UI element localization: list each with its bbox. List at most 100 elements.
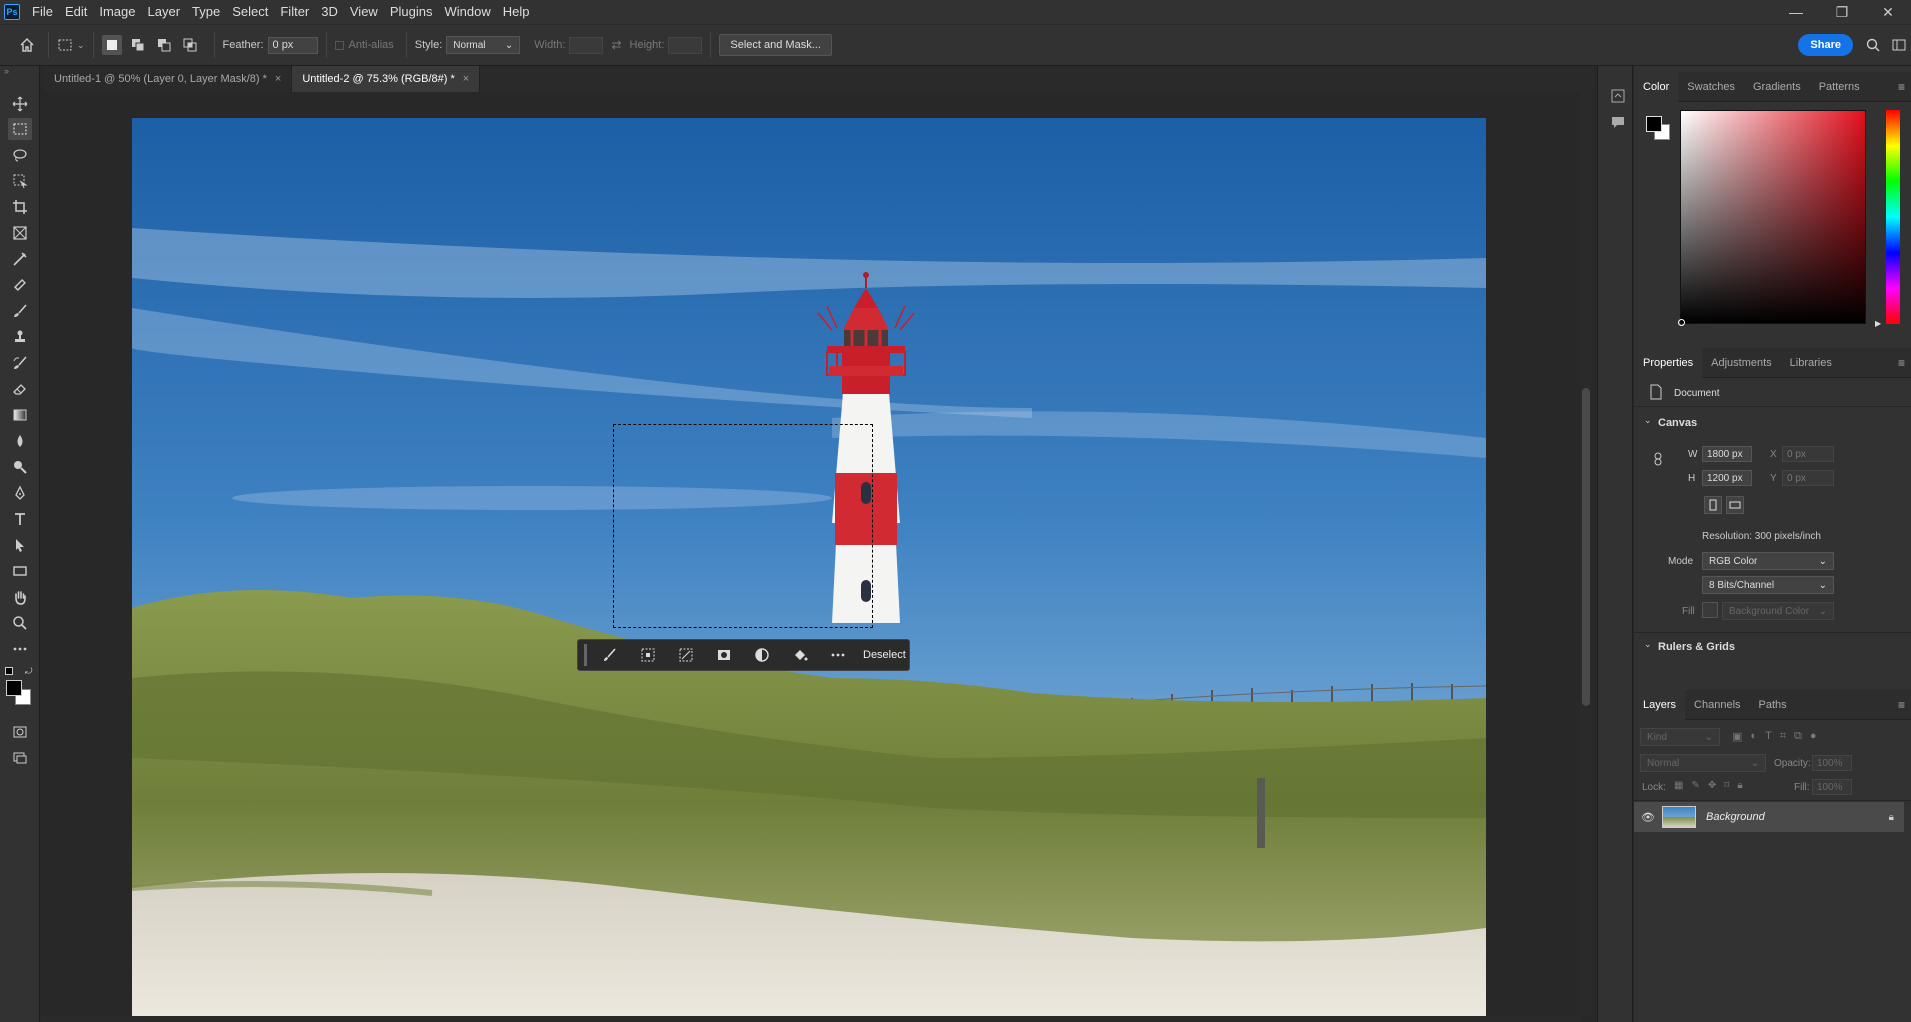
eyedropper-tool-icon[interactable] xyxy=(8,248,32,270)
layer-row-background[interactable]: 👁︎ Background 🔒︎ xyxy=(1634,802,1904,832)
selection-marquee[interactable] xyxy=(613,424,873,628)
y-input[interactable] xyxy=(1782,470,1834,486)
eraser-tool-icon[interactable] xyxy=(8,378,32,400)
close-tab-icon[interactable]: × xyxy=(463,73,469,85)
zoom-tool-icon[interactable] xyxy=(8,612,32,634)
fill-select[interactable]: Background Color ⌄ xyxy=(1722,602,1834,620)
add-selection-button[interactable] xyxy=(128,35,148,55)
panel-menu-icon[interactable]: ≡ xyxy=(1898,80,1905,94)
menu-image[interactable]: Image xyxy=(93,0,141,24)
tab-patterns[interactable]: Patterns xyxy=(1810,72,1869,102)
fill-opacity-input[interactable] xyxy=(1812,779,1852,795)
foreground-color-swatch[interactable] xyxy=(6,680,22,696)
lasso-tool-icon[interactable] xyxy=(8,144,32,166)
tab-channels[interactable]: Channels xyxy=(1685,690,1749,720)
swap-icon[interactable]: ⇄ xyxy=(611,38,621,52)
tab-adjustments[interactable]: Adjustments xyxy=(1702,348,1781,378)
blur-tool-icon[interactable] xyxy=(8,430,32,452)
adjustment-layer-button[interactable] xyxy=(743,640,781,670)
dodge-tool-icon[interactable] xyxy=(8,456,32,478)
lock-all-icon[interactable]: 🔒︎ xyxy=(1737,780,1742,791)
feather-input[interactable] xyxy=(267,36,318,54)
tab-gradients[interactable]: Gradients xyxy=(1744,72,1810,102)
lock-position-icon[interactable]: ✥ xyxy=(1708,780,1716,791)
layer-name[interactable]: Background xyxy=(1706,811,1765,823)
canvas-height-input[interactable] xyxy=(1702,470,1752,486)
panel-menu-icon[interactable]: ≡ xyxy=(1898,356,1905,370)
scrollbar-thumb[interactable] xyxy=(1582,388,1590,706)
close-window-button[interactable]: ✕ xyxy=(1865,0,1911,24)
rulers-grids-header[interactable]: Rulers & Grids xyxy=(1658,641,1735,653)
invert-selection-button[interactable] xyxy=(667,640,705,670)
minimize-button[interactable]: — xyxy=(1773,0,1819,24)
frame-tool-icon[interactable] xyxy=(8,222,32,244)
width-input[interactable] xyxy=(569,36,604,54)
portrait-orientation-button[interactable] xyxy=(1704,496,1722,514)
collapse-icon[interactable]: » xyxy=(4,66,9,76)
modify-selection-button[interactable] xyxy=(629,640,667,670)
hand-tool-icon[interactable] xyxy=(8,586,32,608)
tab-color[interactable]: Color xyxy=(1634,71,1679,102)
color-picker-field[interactable] xyxy=(1678,110,1866,326)
default-colors-icon[interactable] xyxy=(5,667,13,675)
clone-stamp-tool-icon[interactable] xyxy=(8,326,32,348)
picker-cursor[interactable] xyxy=(1678,319,1685,326)
style-select[interactable]: Normal ⌄ xyxy=(446,36,521,54)
canvas-header[interactable]: Canvas xyxy=(1658,417,1697,429)
search-icon[interactable] xyxy=(1859,38,1887,52)
tab-libraries[interactable]: Libraries xyxy=(1781,348,1841,378)
brush-tool-icon[interactable] xyxy=(8,300,32,322)
intersect-selection-button[interactable] xyxy=(180,35,200,55)
type-filter-icon[interactable]: T xyxy=(1765,730,1772,743)
create-mask-button[interactable] xyxy=(705,640,743,670)
lock-artboard-icon[interactable]: ⌑ xyxy=(1724,780,1729,791)
more-tools-icon[interactable] xyxy=(8,638,32,660)
opacity-input[interactable] xyxy=(1812,755,1852,771)
deselect-button[interactable]: Deselect xyxy=(863,649,906,661)
subtract-selection-button[interactable] xyxy=(154,35,174,55)
restore-button[interactable]: ❐ xyxy=(1819,0,1865,24)
tab-untitled-1[interactable]: Untitled-1 @ 50% (Layer 0, Layer Mask/8)… xyxy=(44,66,293,92)
crop-tool-icon[interactable] xyxy=(8,196,32,218)
landscape-orientation-button[interactable] xyxy=(1726,496,1744,514)
rectangular-marquee-tool-icon[interactable] xyxy=(8,118,32,140)
menu-select[interactable]: Select xyxy=(226,0,274,24)
filter-toggle-icon[interactable]: ● xyxy=(1810,730,1817,743)
menu-filter[interactable]: Filter xyxy=(274,0,315,24)
gradient-tool-icon[interactable] xyxy=(8,404,32,426)
bit-depth-select[interactable]: 8 Bits/Channel ⌄ xyxy=(1702,576,1834,594)
fg-bg-colors[interactable] xyxy=(1646,116,1672,142)
tab-layers[interactable]: Layers xyxy=(1634,689,1686,720)
layer-filter-select[interactable]: Kind ⌄ xyxy=(1640,728,1720,746)
vertical-scrollbar[interactable] xyxy=(1580,92,1592,1016)
more-options-button[interactable] xyxy=(819,640,857,670)
shape-filter-icon[interactable]: ⌗ xyxy=(1780,730,1786,743)
healing-brush-tool-icon[interactable] xyxy=(8,274,32,296)
history-brush-tool-icon[interactable] xyxy=(8,352,32,374)
menu-help[interactable]: Help xyxy=(497,0,536,24)
drag-handle[interactable] xyxy=(584,644,587,666)
menu-edit[interactable]: Edit xyxy=(59,0,93,24)
path-selection-tool-icon[interactable] xyxy=(8,534,32,556)
fill-swatch[interactable] xyxy=(1702,602,1718,618)
blend-mode-select[interactable]: Normal ⌄ xyxy=(1640,754,1766,772)
swap-colors-icon[interactable]: ⤾ xyxy=(25,666,33,677)
menu-view[interactable]: View xyxy=(344,0,384,24)
hue-slider[interactable] xyxy=(1886,110,1900,324)
new-selection-button[interactable] xyxy=(101,35,122,55)
smart-object-filter-icon[interactable]: ⧉ xyxy=(1794,730,1802,743)
adjustment-filter-icon[interactable]: ◐ xyxy=(1750,730,1757,743)
chevron-down-icon[interactable]: ⌄ xyxy=(1644,639,1652,650)
lock-pixels-icon[interactable]: ✎ xyxy=(1691,780,1699,791)
quick-mask-icon[interactable] xyxy=(8,721,32,743)
fill-selection-button[interactable] xyxy=(781,640,819,670)
workspace-icon[interactable] xyxy=(1887,39,1911,51)
menu-type[interactable]: Type xyxy=(186,0,226,24)
tab-untitled-2[interactable]: Untitled-2 @ 75.3% (RGB/8#) * × xyxy=(292,66,481,92)
chevron-down-icon[interactable]: ⌄ xyxy=(1644,415,1652,426)
mode-select[interactable]: RGB Color ⌄ xyxy=(1702,552,1834,570)
pen-tool-icon[interactable] xyxy=(8,482,32,504)
foreground-color-swatch[interactable] xyxy=(1646,116,1662,132)
object-selection-tool-icon[interactable] xyxy=(8,170,32,192)
select-and-mask-button[interactable]: Select and Mask... xyxy=(719,34,832,56)
